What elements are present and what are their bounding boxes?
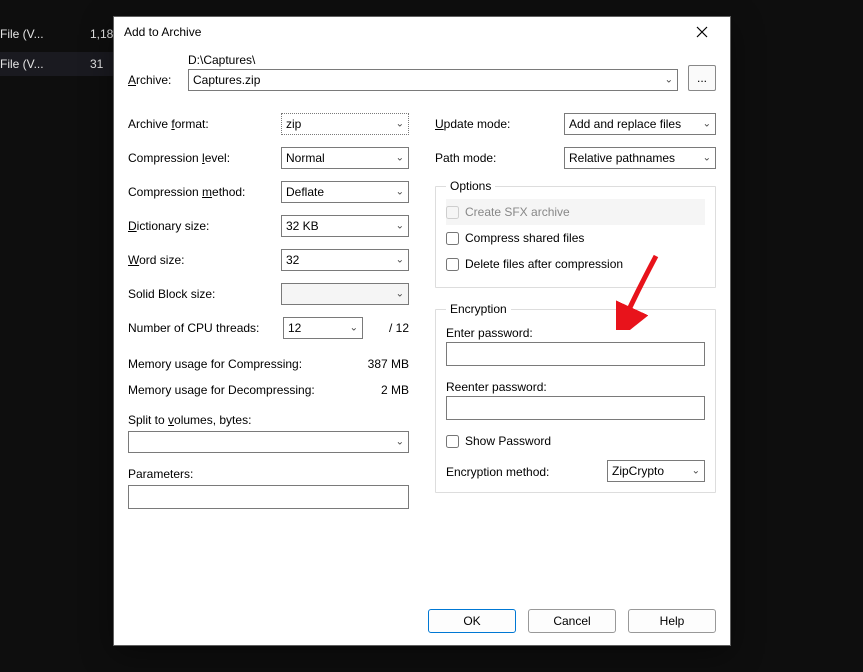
cancel-label: Cancel (553, 614, 590, 628)
reenter-password-input[interactable] (446, 396, 705, 420)
ok-button[interactable]: OK (428, 609, 516, 633)
mem-decompress-label: Memory usage for Decompressing: (128, 383, 381, 397)
encryption-method-label: Encryption method: (446, 465, 595, 479)
options-legend: Options (446, 179, 495, 193)
update-mode-select[interactable]: Add and replace files ⌄ (564, 113, 716, 135)
dictionary-size-select[interactable]: 32 KB ⌄ (281, 215, 409, 237)
compression-level-select[interactable]: Normal ⌄ (281, 147, 409, 169)
dialog-footer: OK Cancel Help (114, 597, 730, 645)
dialog-title: Add to Archive (124, 25, 682, 39)
chevron-down-icon: ⌄ (396, 187, 404, 198)
archive-filename-value: Captures.zip (193, 73, 260, 87)
path-mode-value: Relative pathnames (569, 151, 675, 165)
update-mode-value: Add and replace files (569, 117, 681, 131)
create-sfx-checkbox: Create SFX archive (446, 199, 705, 225)
compression-level-label: Compression level: (128, 151, 281, 165)
encryption-legend: Encryption (446, 302, 511, 316)
browse-label: ... (697, 71, 707, 85)
chevron-down-icon: ⌄ (350, 323, 358, 334)
cpu-threads-label: Number of CPU threads: (128, 321, 277, 335)
help-label: Help (660, 614, 685, 628)
archive-filename-input[interactable]: Captures.zip ⌄ (188, 69, 678, 91)
compress-shared-input[interactable] (446, 232, 459, 245)
compress-shared-checkbox[interactable]: Compress shared files (446, 225, 705, 251)
word-size-label: Word size: (128, 253, 281, 267)
compression-method-label: Compression method: (128, 185, 281, 199)
word-size-value: 32 (286, 253, 299, 267)
archive-format-value: zip (286, 117, 301, 131)
bg-file-row: File (V... 31 (0, 52, 113, 76)
bg-file-name: File (V... (0, 57, 60, 71)
split-volumes-input[interactable]: ⌄ (128, 431, 409, 453)
chevron-down-icon: ⌄ (396, 289, 404, 300)
bg-file-name: File (V... (0, 27, 60, 41)
enter-password-label: Enter password: (446, 326, 705, 340)
chevron-down-icon: ⌄ (703, 119, 711, 130)
path-mode-select[interactable]: Relative pathnames ⌄ (564, 147, 716, 169)
cpu-threads-total: / 12 (369, 321, 409, 335)
chevron-down-icon: ⌄ (703, 153, 711, 164)
create-sfx-label: Create SFX archive (465, 205, 570, 219)
reenter-password-label: Reenter password: (446, 380, 705, 394)
encryption-group: Encryption Enter password: Reenter passw… (435, 302, 716, 493)
enter-password-input[interactable] (446, 342, 705, 366)
titlebar: Add to Archive (114, 17, 730, 47)
compression-method-select[interactable]: Deflate ⌄ (281, 181, 409, 203)
delete-after-label: Delete files after compression (465, 257, 623, 271)
delete-after-checkbox[interactable]: Delete files after compression (446, 251, 705, 277)
bg-file-size: 1,18 (90, 27, 113, 41)
archive-format-select[interactable]: zip ⌄ (281, 113, 409, 135)
add-to-archive-dialog: Add to Archive Archive: D:\Captures\ Cap… (113, 16, 731, 646)
help-button[interactable]: Help (628, 609, 716, 633)
delete-after-input[interactable] (446, 258, 459, 271)
cancel-button[interactable]: Cancel (528, 609, 616, 633)
show-password-input[interactable] (446, 435, 459, 448)
dictionary-size-label: Dictionary size: (128, 219, 281, 233)
close-icon (696, 26, 708, 38)
close-button[interactable] (682, 18, 722, 46)
bg-file-size: 31 (90, 57, 103, 71)
mem-decompress-value: 2 MB (381, 383, 409, 397)
compression-level-value: Normal (286, 151, 325, 165)
encryption-method-select[interactable]: ZipCrypto ⌄ (607, 460, 705, 482)
word-size-select[interactable]: 32 ⌄ (281, 249, 409, 271)
chevron-down-icon: ⌄ (396, 437, 404, 448)
bg-file-row: File (V... 1,18 (0, 22, 113, 46)
chevron-down-icon: ⌄ (396, 119, 404, 130)
chevron-down-icon: ⌄ (396, 153, 404, 164)
cpu-threads-value: 12 (288, 321, 301, 335)
update-mode-label: Update mode: (435, 117, 564, 131)
chevron-down-icon: ⌄ (396, 221, 404, 232)
create-sfx-input (446, 206, 459, 219)
archive-path: D:\Captures\ (188, 53, 678, 67)
show-password-checkbox[interactable]: Show Password (446, 428, 705, 454)
browse-button[interactable]: ... (688, 65, 716, 91)
compression-method-value: Deflate (286, 185, 324, 199)
cpu-threads-select[interactable]: 12 ⌄ (283, 317, 363, 339)
mem-compress-label: Memory usage for Compressing: (128, 357, 368, 371)
solid-block-select: ⌄ (281, 283, 409, 305)
ok-label: OK (463, 614, 480, 628)
show-password-label: Show Password (465, 434, 551, 448)
parameters-label: Parameters: (128, 467, 193, 481)
chevron-down-icon: ⌄ (396, 255, 404, 266)
archive-label: Archive: (128, 73, 178, 91)
compress-shared-label: Compress shared files (465, 231, 584, 245)
path-mode-label: Path mode: (435, 151, 564, 165)
options-group: Options Create SFX archive Compress shar… (435, 179, 716, 288)
archive-format-label: Archive format: (128, 117, 281, 131)
mem-compress-value: 387 MB (368, 357, 409, 371)
split-volumes-label: Split to volumes, bytes: (128, 413, 251, 427)
chevron-down-icon: ⌄ (665, 75, 673, 86)
encryption-method-value: ZipCrypto (612, 464, 664, 478)
parameters-input[interactable] (128, 485, 409, 509)
dictionary-size-value: 32 KB (286, 219, 319, 233)
chevron-down-icon: ⌄ (692, 466, 700, 477)
solid-block-label: Solid Block size: (128, 287, 281, 301)
